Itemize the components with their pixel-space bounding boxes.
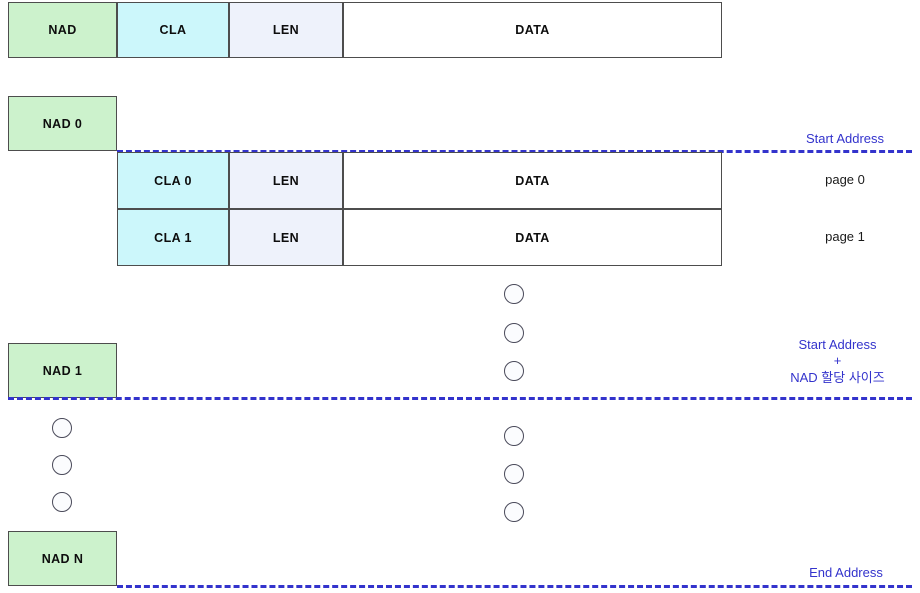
- start-plus-size-line-3: NAD 할당 사이즈: [790, 369, 885, 385]
- frame-cell-len-label: LEN: [272, 23, 300, 37]
- frame-cell-nad-label: NAD: [48, 23, 77, 37]
- block-nad-0-label: NAD 0: [42, 116, 83, 131]
- ellipsis-circle: [504, 323, 524, 343]
- frame-cell-data-label: DATA: [515, 23, 550, 37]
- end-address-line: [117, 585, 912, 588]
- start-plus-size-line-2: +: [833, 353, 842, 369]
- page-1-len: LEN: [229, 209, 343, 266]
- ellipsis-circle: [52, 455, 72, 475]
- ellipsis-circle: [504, 361, 524, 381]
- ellipsis-circle: [504, 464, 524, 484]
- page-1-marker: page 1: [785, 229, 905, 244]
- block-nad-1: NAD 1: [8, 343, 117, 398]
- ellipsis-circle: [504, 502, 524, 522]
- page-0-cla-label: CLA 0: [154, 173, 192, 188]
- page-0-marker: page 0: [785, 172, 905, 187]
- page-0-data: DATA: [343, 152, 722, 209]
- page-0-len-label: LEN: [272, 173, 300, 188]
- diagram-canvas: NAD CLA LEN DATA NAD 0 Start Address CLA…: [0, 0, 920, 593]
- start-address-label: Start Address: [780, 131, 910, 147]
- page-1-data: DATA: [343, 209, 722, 266]
- end-address-label: End Address: [782, 565, 910, 581]
- ellipsis-circle: [504, 284, 524, 304]
- page-1-cla: CLA 1: [117, 209, 229, 266]
- block-nad-0: NAD 0: [8, 96, 117, 151]
- frame-cell-len: LEN: [229, 2, 343, 58]
- block-nad-n: NAD N: [8, 531, 117, 586]
- start-plus-size-line: [8, 397, 912, 400]
- page-1-len-label: LEN: [272, 230, 300, 245]
- frame-cell-data: DATA: [343, 2, 722, 58]
- page-1-cla-label: CLA 1: [154, 230, 192, 245]
- ellipsis-circle: [52, 418, 72, 438]
- ellipsis-circle: [504, 426, 524, 446]
- page-0-cla: CLA 0: [117, 152, 229, 209]
- end-address-text: End Address: [809, 565, 883, 580]
- page-0-marker-text: page 0: [825, 172, 865, 187]
- block-nad-n-label: NAD N: [41, 551, 84, 566]
- page-1-data-label: DATA: [515, 230, 550, 245]
- frame-cell-cla: CLA: [117, 2, 229, 58]
- start-plus-size-label: Start Address + NAD 할당 사이즈: [760, 337, 915, 386]
- page-0-data-label: DATA: [515, 173, 550, 188]
- block-nad-1-label: NAD 1: [42, 363, 83, 378]
- page-1-marker-text: page 1: [825, 229, 865, 244]
- frame-cell-nad: NAD: [8, 2, 117, 58]
- start-address-text: Start Address: [805, 131, 885, 146]
- page-0-len: LEN: [229, 152, 343, 209]
- frame-cell-cla-label: CLA: [159, 23, 187, 37]
- ellipsis-circle: [52, 492, 72, 512]
- start-plus-size-line-1: Start Address: [798, 337, 877, 352]
